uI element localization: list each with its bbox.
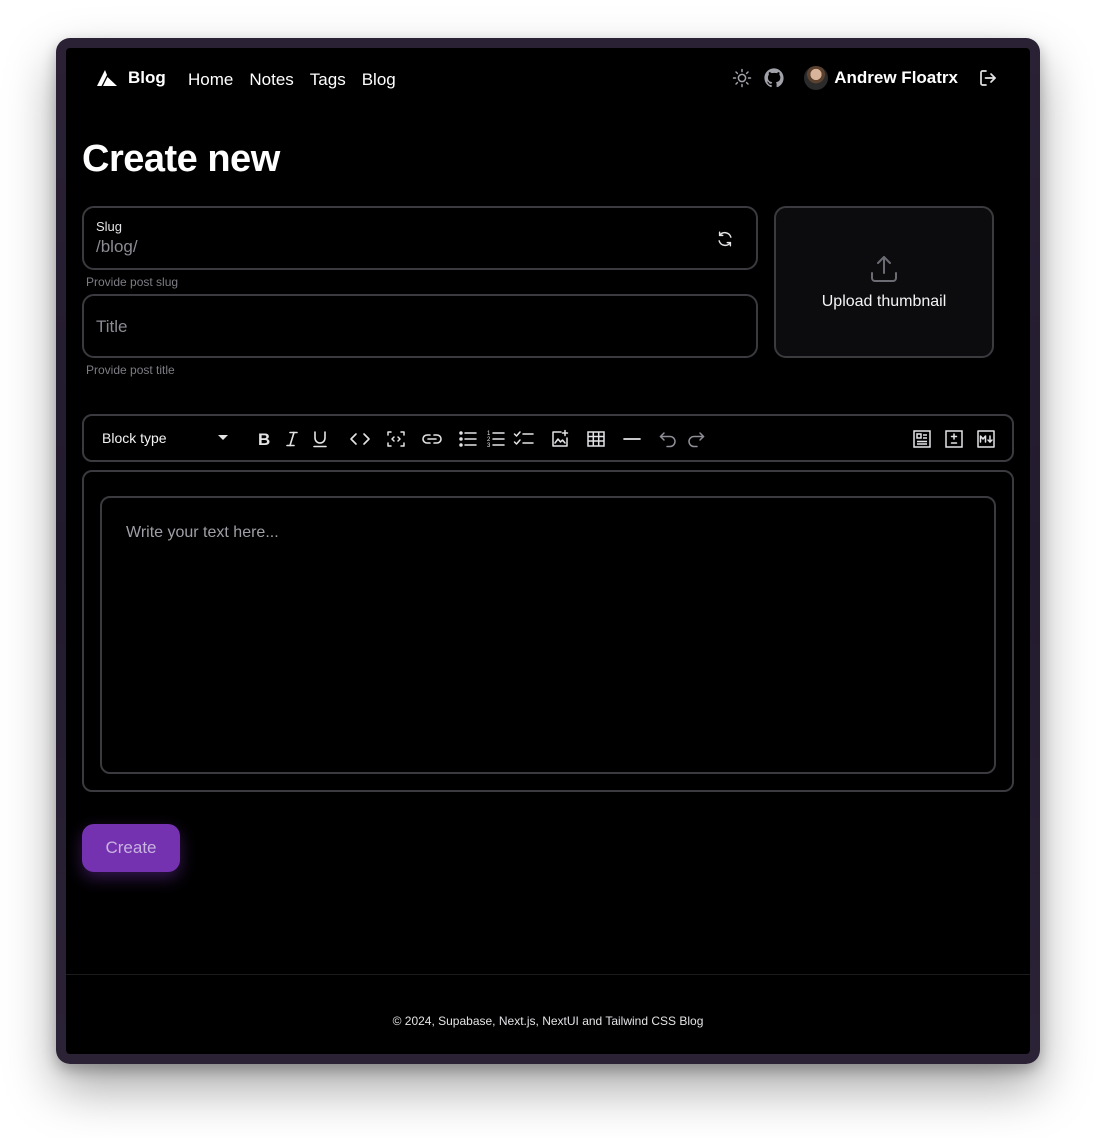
underline-icon[interactable] [308,427,332,451]
code-block-icon[interactable] [384,427,408,451]
title-input[interactable]: Title [96,317,128,337]
redo-icon[interactable] [684,427,708,451]
table-icon[interactable] [584,427,608,451]
chevron-down-icon [218,435,228,440]
insert-image-icon[interactable] [548,427,572,451]
italic-icon[interactable] [280,427,304,451]
nav-link-home[interactable]: Home [188,70,233,90]
horizontal-rule-icon[interactable] [620,427,644,451]
svg-text:3: 3 [487,443,491,449]
footer-text: © 2024, Supabase, Next.js, NextUI and Ta… [392,1014,704,1028]
slug-input[interactable]: /blog/ [96,237,138,257]
user-name[interactable]: Andrew Floatrx [834,68,958,88]
slug-label: Slug [96,219,123,234]
diff-icon[interactable] [942,427,966,451]
editor-container: Write your text here... [82,470,1014,792]
nav-right: Andrew Floatrx [730,66,1000,90]
numbered-list-icon[interactable]: 1 2 3 [484,427,508,451]
top-nav: Blog Home Notes Tags Blog Andrew Floatrx [66,48,1030,112]
bullet-list-icon[interactable] [456,427,480,451]
brand-logo-icon [96,69,118,87]
create-button[interactable]: Create [82,824,180,872]
sun-icon[interactable] [730,66,754,90]
svg-text:B: B [258,430,270,449]
upload-icon [869,254,899,289]
editor-textarea[interactable]: Write your text here... [100,496,996,774]
avatar[interactable] [804,66,829,90]
editor-toolbar: Block type B 1 2 3 [82,414,1014,462]
title-helper-text: Provide post title [86,363,175,377]
slug-field[interactable]: Slug /blog/ [82,206,758,270]
nav-links: Home Notes Tags Blog [188,70,396,90]
undo-icon[interactable] [656,427,680,451]
github-icon[interactable] [762,66,786,90]
link-icon[interactable] [420,427,444,451]
markdown-icon[interactable] [974,427,998,451]
nav-link-notes[interactable]: Notes [249,70,293,90]
nav-link-blog[interactable]: Blog [362,70,396,90]
brand-label: Blog [128,68,166,87]
block-type-select[interactable]: Block type [102,430,232,446]
code-icon[interactable] [348,427,372,451]
logout-icon[interactable] [976,66,1000,90]
upload-thumbnail-button[interactable]: Upload thumbnail [774,206,994,358]
checklist-icon[interactable] [512,427,536,451]
app-window-frame: Blog Home Notes Tags Blog Andrew Floatrx… [56,38,1040,1064]
brand[interactable]: Blog [96,68,166,88]
nav-link-tags[interactable]: Tags [310,70,346,90]
rich-text-icon[interactable] [910,427,934,451]
footer-divider [66,974,1030,975]
app-screen: Blog Home Notes Tags Blog Andrew Floatrx… [66,48,1030,1054]
slug-helper-text: Provide post slug [86,275,179,289]
refresh-icon[interactable] [714,228,736,250]
upload-label: Upload thumbnail [821,292,947,310]
page-title: Create new [82,138,280,180]
title-field[interactable]: Title [82,294,758,358]
bold-icon[interactable]: B [252,427,276,451]
